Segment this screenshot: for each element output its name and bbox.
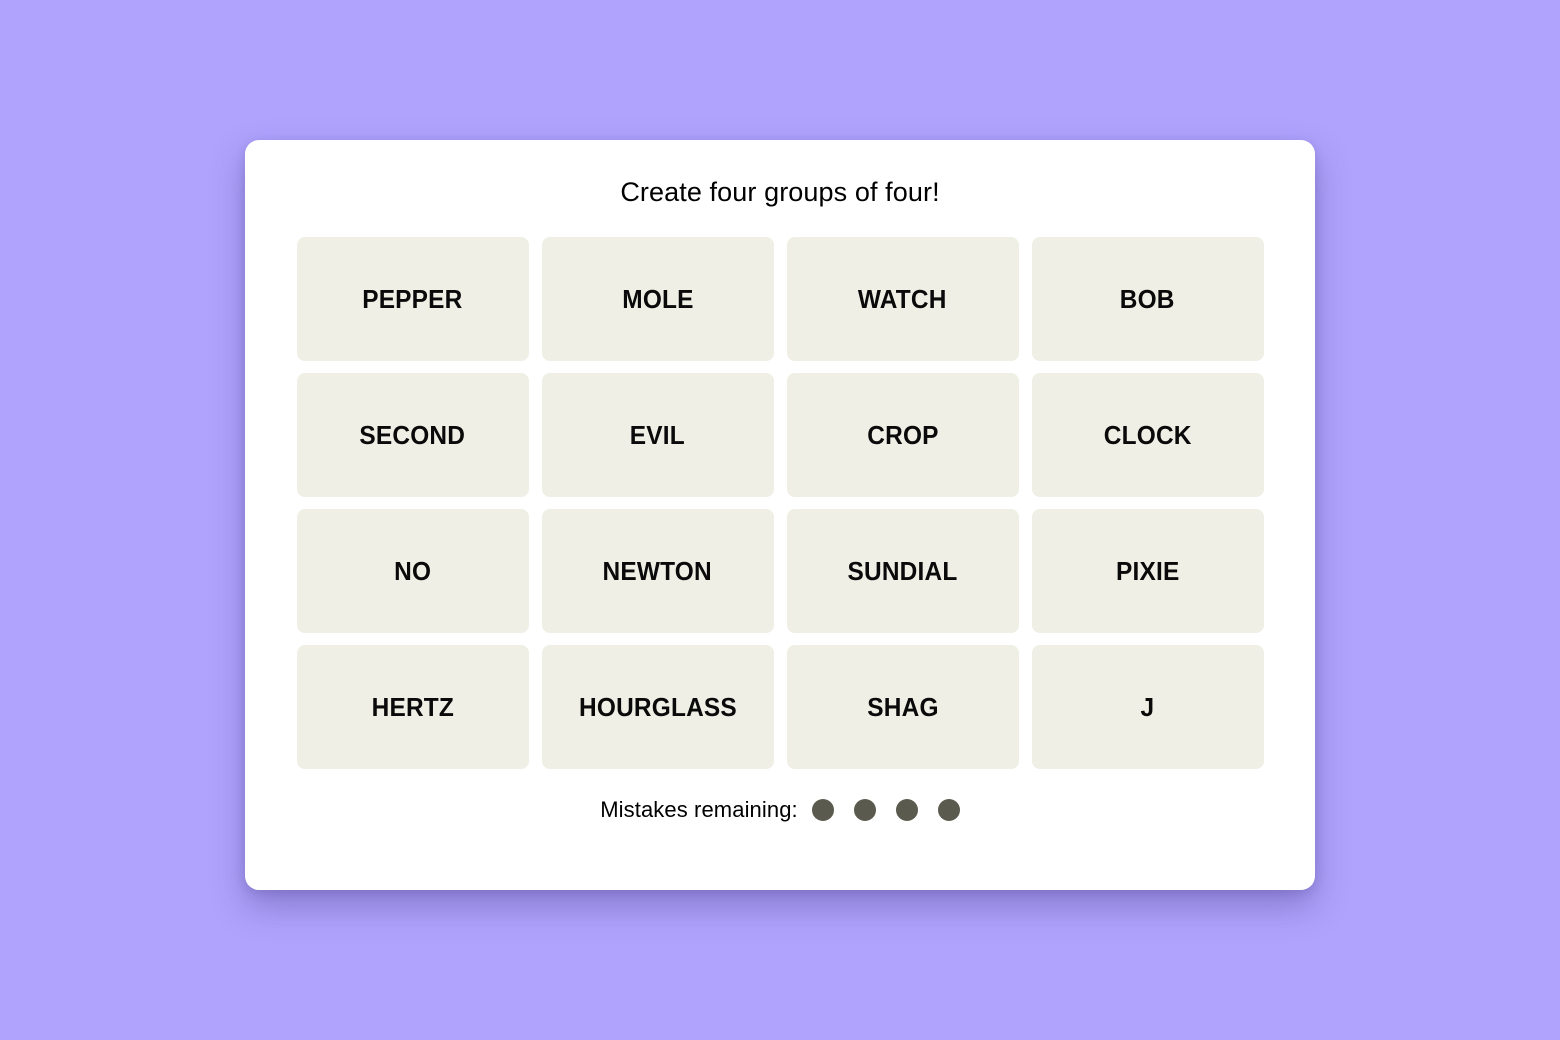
page-title: Create four groups of four! — [620, 177, 940, 207]
word-tile[interactable]: PIXIE — [1031, 509, 1264, 634]
word-tile-label: HERTZ — [371, 692, 454, 723]
word-tile-label: NEWTON — [602, 556, 713, 587]
mistake-dot-icon — [895, 799, 918, 822]
word-tile[interactable]: SECOND — [296, 373, 529, 498]
word-tile-label: MOLE — [621, 284, 694, 315]
word-tile-label: WATCH — [858, 284, 947, 315]
word-tile-label: CROP — [866, 420, 939, 451]
word-tile-label: J — [1140, 692, 1155, 723]
word-tile-label: HOURGLASS — [578, 692, 737, 723]
word-tile[interactable]: PEPPER — [296, 237, 529, 362]
word-tile[interactable]: HOURGLASS — [541, 645, 774, 770]
mistake-dot-icon — [811, 799, 834, 822]
mistake-dot-icon — [853, 799, 876, 822]
word-tile[interactable]: NEWTON — [541, 509, 774, 634]
mistakes-remaining-label: Mistakes remaining: — [600, 797, 798, 823]
word-tile[interactable]: J — [1031, 645, 1264, 770]
word-tile-label: PEPPER — [362, 284, 463, 315]
word-tile[interactable]: EVIL — [541, 373, 774, 498]
word-tile[interactable]: NO — [296, 509, 529, 634]
word-tile[interactable]: SUNDIAL — [786, 509, 1019, 634]
word-tile-label: SUNDIAL — [847, 556, 958, 587]
word-tile-label: PIXIE — [1115, 556, 1180, 587]
word-tile-label: CLOCK — [1103, 420, 1192, 451]
word-tile-grid: PEPPER MOLE WATCH BOB SECOND EVIL CROP C… — [296, 237, 1264, 770]
mistakes-remaining: Mistakes remaining: — [600, 797, 960, 823]
word-tile-label: NO — [393, 556, 432, 587]
word-tile[interactable]: BOB — [1031, 237, 1264, 362]
word-tile[interactable]: CROP — [786, 373, 1019, 498]
word-tile-label: EVIL — [629, 420, 686, 451]
word-tile-label: SHAG — [866, 692, 939, 723]
word-tile[interactable]: SHAG — [786, 645, 1019, 770]
word-tile[interactable]: CLOCK — [1031, 373, 1264, 498]
word-tile-label: BOB — [1120, 284, 1175, 315]
word-tile[interactable]: WATCH — [786, 237, 1019, 362]
mistake-dot-icon — [937, 799, 960, 822]
word-tile[interactable]: HERTZ — [296, 645, 529, 770]
word-tile[interactable]: MOLE — [541, 237, 774, 362]
mistake-dot-group — [811, 799, 960, 822]
game-card: Create four groups of four! PEPPER MOLE … — [245, 140, 1315, 890]
word-tile-label: SECOND — [359, 420, 466, 451]
